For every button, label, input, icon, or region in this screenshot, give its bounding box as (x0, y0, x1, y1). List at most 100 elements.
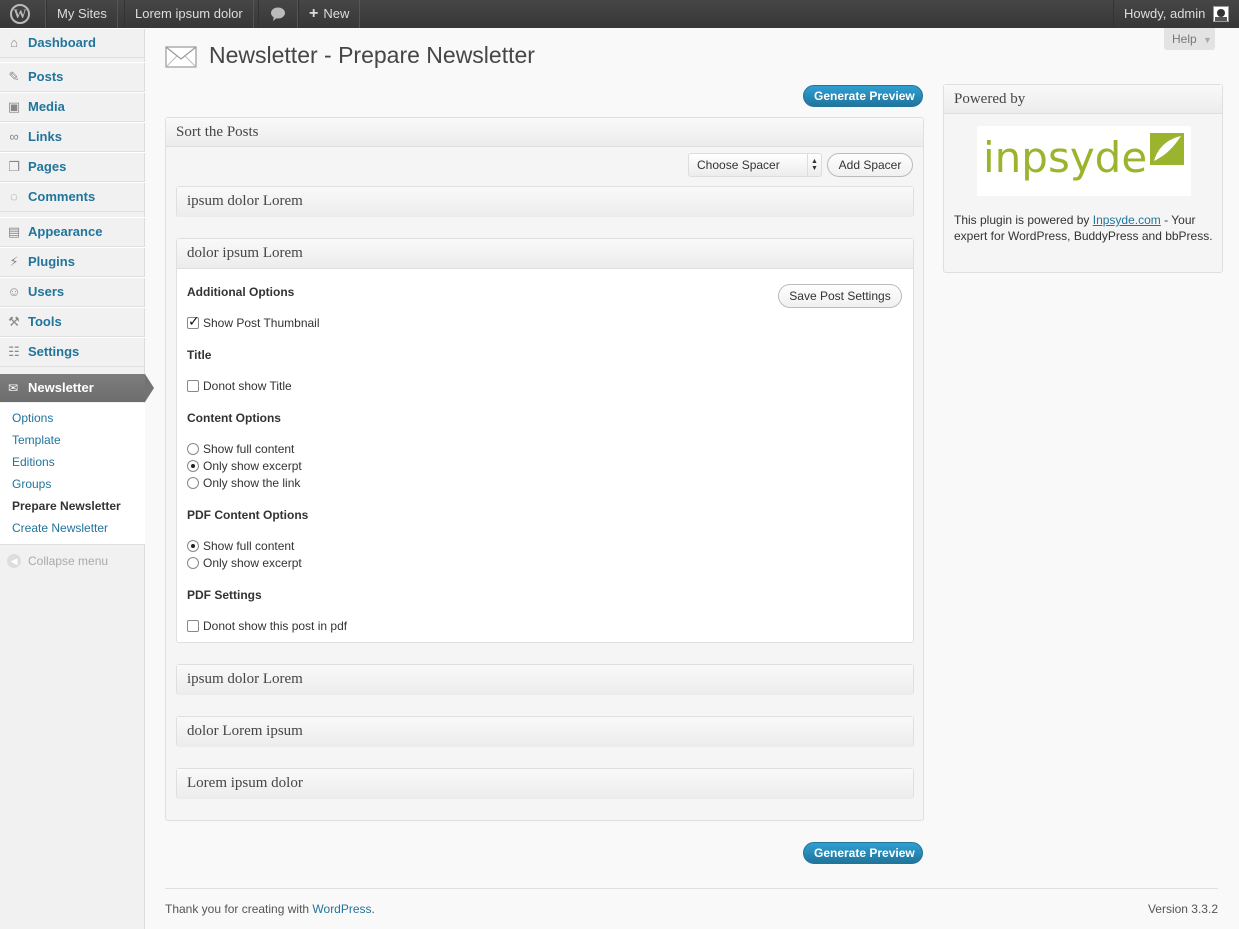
content-link-radio[interactable] (187, 477, 199, 489)
new-content-menu[interactable]: + New (298, 0, 361, 28)
submenu-template[interactable]: Template (12, 429, 61, 451)
wordpress-link[interactable]: WordPress (312, 902, 371, 916)
add-spacer-button[interactable]: Add Spacer (827, 153, 913, 177)
sidebar-item-label: Comments (28, 189, 96, 204)
wordpress-logo-menu[interactable]: W (0, 0, 46, 28)
newsletter-submenu: Options Template Editions Groups Prepare… (0, 403, 145, 545)
wordpress-logo-icon: W (10, 4, 30, 24)
post-item-title[interactable]: ipsum dolor Lorem (177, 665, 913, 695)
pdf-content-excerpt-radio[interactable] (187, 557, 199, 569)
post-item-title[interactable]: ipsum dolor Lorem (177, 187, 913, 217)
comment-bubble-icon (271, 7, 285, 21)
sidebar-item-plugins[interactable]: ⚡ Plugins (0, 247, 145, 277)
pdf-content-full-radio[interactable] (187, 540, 199, 552)
admin-sidebar: ⌂ Dashboard ✎ Posts ▣ Media ∞ Links ❐ Pa… (0, 28, 154, 929)
envelope-icon (165, 46, 197, 68)
my-sites-menu[interactable]: My Sites (46, 0, 118, 28)
content-option-label: Only show the link (203, 476, 301, 490)
sort-posts-title: Sort the Posts (166, 118, 923, 147)
content-option-full[interactable]: Show full content (187, 442, 294, 456)
generate-preview-button-top[interactable]: Generate Preview (803, 85, 923, 107)
content-option-link[interactable]: Only show the link (187, 476, 300, 490)
leaf-icon (1150, 133, 1184, 165)
post-item-title[interactable]: dolor ipsum Lorem (177, 239, 913, 269)
sidebar-item-media[interactable]: ▣ Media (0, 92, 145, 122)
site-name-menu[interactable]: Lorem ipsum dolor (124, 0, 254, 28)
inpsyde-link[interactable]: Inpsyde.com (1093, 213, 1161, 227)
post-item-title[interactable]: Lorem ipsum dolor (177, 769, 913, 799)
submenu-create-newsletter[interactable]: Create Newsletter (12, 517, 108, 539)
pdf-content-option-excerpt[interactable]: Only show excerpt (187, 556, 302, 570)
spacer-select[interactable]: Choose Spacer ▲ ▼ (688, 153, 822, 177)
collapse-menu-label: Collapse menu (28, 554, 109, 568)
submenu-groups[interactable]: Groups (12, 473, 51, 495)
spacer-select-value: Choose Spacer (697, 158, 780, 172)
content-option-excerpt[interactable]: Only show excerpt (187, 459, 302, 473)
donot-show-title-label: Donot show Title (203, 379, 292, 393)
sidebar-item-label: Appearance (28, 224, 103, 239)
settings-icon: ☷ (8, 344, 20, 359)
sidebar-item-links[interactable]: ∞ Links (0, 122, 145, 152)
sidebar-item-newsletter[interactable]: ✉ Newsletter (0, 374, 154, 402)
additional-options-heading: Additional Options (187, 285, 295, 299)
help-label: Help (1172, 32, 1197, 46)
page-icon: ❐ (8, 159, 20, 174)
content-full-radio[interactable] (187, 443, 199, 455)
title-heading: Title (187, 348, 212, 362)
content-excerpt-radio[interactable] (187, 460, 199, 472)
sidebar-item-tools[interactable]: ⚒ Tools (0, 307, 145, 337)
sidebar-item-label: Settings (28, 344, 80, 359)
pdf-content-options-heading: PDF Content Options (187, 508, 309, 522)
collapse-menu-button[interactable]: ◀ Collapse menu (0, 550, 145, 572)
submenu-editions[interactable]: Editions (12, 451, 55, 473)
submenu-options[interactable]: Options (12, 407, 53, 429)
sidebar-item-dashboard[interactable]: ⌂ Dashboard (0, 28, 145, 58)
sidebar-item-posts[interactable]: ✎ Posts (0, 62, 145, 92)
submenu-prepare-newsletter[interactable]: Prepare Newsletter (12, 495, 121, 517)
post-item[interactable]: dolor Lorem ipsum (176, 716, 914, 747)
sidebar-item-label: Pages (28, 159, 67, 174)
donot-show-title-checkbox[interactable] (187, 380, 199, 392)
generate-preview-button-bottom[interactable]: Generate Preview (803, 842, 923, 864)
plus-icon: + (309, 5, 319, 22)
post-item[interactable]: ipsum dolor Lorem (176, 664, 914, 695)
show-thumbnail-checkbox[interactable] (187, 313, 200, 330)
admin-bar: W My Sites Lorem ipsum dolor + New Howdy,… (0, 0, 1239, 28)
comments-menu[interactable] (258, 0, 298, 28)
donot-show-pdf-checkbox[interactable] (187, 620, 199, 632)
envelope-icon: ✉ (8, 381, 19, 395)
pdf-content-option-label: Show full content (203, 539, 295, 553)
user-account-menu[interactable]: Howdy, admin (1112, 0, 1239, 28)
powered-by-box: Powered by inpsyde This plugin is powere… (943, 84, 1223, 273)
pdf-settings-heading: PDF Settings (187, 588, 262, 602)
pdf-content-option-label: Only show excerpt (203, 556, 302, 570)
post-item[interactable]: ipsum dolor Lorem (176, 186, 914, 217)
howdy-label: Howdy, admin (1123, 6, 1206, 21)
sidebar-item-users[interactable]: ☺ Users (0, 277, 145, 307)
help-tab[interactable]: Help ▼ (1164, 28, 1215, 50)
sidebar-item-pages[interactable]: ❐ Pages (0, 152, 145, 182)
sidebar-item-appearance[interactable]: ▤ Appearance (0, 217, 145, 247)
sidebar-item-label: Tools (28, 314, 62, 329)
plug-icon: ⚡ (9, 254, 19, 269)
pdf-content-option-full[interactable]: Show full content (187, 539, 294, 553)
chevron-down-icon: ▼ (1203, 35, 1212, 45)
sidebar-item-label: Dashboard (28, 35, 96, 50)
show-thumbnail-option[interactable]: Show Post Thumbnail (187, 313, 320, 330)
sidebar-item-label: Newsletter (28, 380, 94, 395)
sidebar-item-settings[interactable]: ☷ Settings (0, 337, 145, 367)
pin-icon: ✎ (8, 69, 20, 84)
donot-show-pdf-option[interactable]: Donot show this post in pdf (187, 619, 347, 633)
sidebar-item-label: Users (28, 284, 65, 299)
post-item[interactable]: Lorem ipsum dolor (176, 768, 914, 799)
my-sites-label: My Sites (57, 6, 107, 21)
comment-icon: ◌ (10, 189, 18, 204)
sort-posts-box: Sort the Posts Choose Spacer ▲ ▼ Add Spac… (165, 117, 924, 821)
save-post-settings-button[interactable]: Save Post Settings (778, 284, 902, 308)
footer-divider (165, 888, 1218, 889)
sidebar-item-comments[interactable]: ◌ Comments (0, 182, 145, 212)
post-item-title[interactable]: dolor Lorem ipsum (177, 717, 913, 747)
collapse-arrow-icon: ◀ (7, 554, 21, 568)
show-thumbnail-label: Show Post Thumbnail (203, 316, 320, 330)
donot-show-title-option[interactable]: Donot show Title (187, 379, 292, 393)
